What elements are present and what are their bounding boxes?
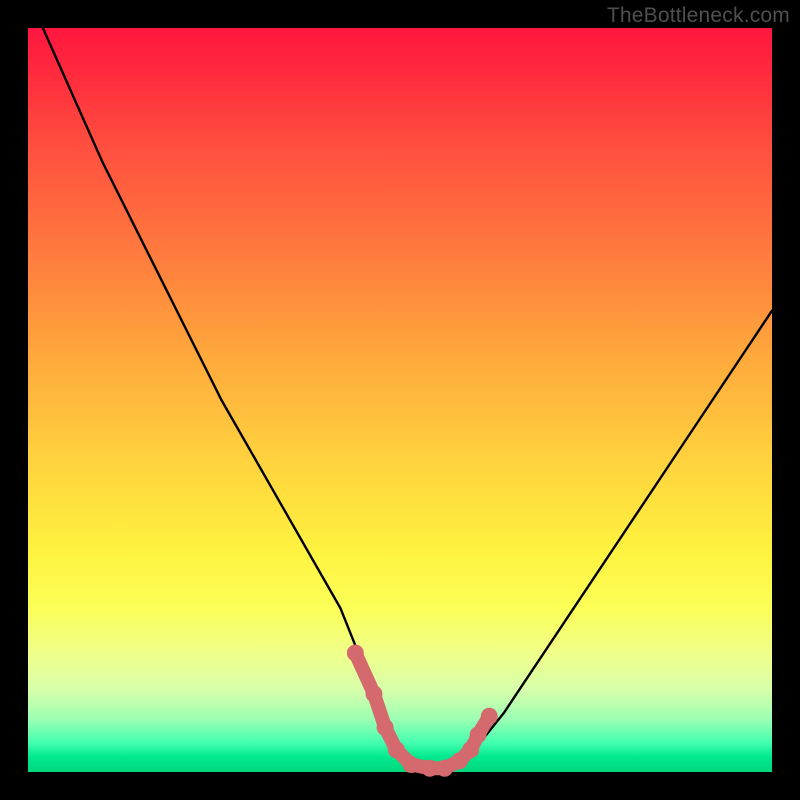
valley-marker-dot bbox=[481, 708, 498, 725]
valley-marker-dot bbox=[462, 741, 479, 758]
valley-marker-dot bbox=[388, 741, 405, 758]
chart-frame: TheBottleneck.com bbox=[0, 0, 800, 800]
valley-marker-dot bbox=[436, 760, 453, 777]
valley-marker-group bbox=[347, 644, 498, 776]
valley-marker-dot bbox=[377, 719, 394, 736]
valley-marker-dot bbox=[365, 685, 382, 702]
valley-marker-dot bbox=[421, 760, 438, 777]
valley-marker-dot bbox=[403, 756, 420, 773]
valley-marker-dot bbox=[470, 726, 487, 743]
plot-area bbox=[28, 28, 772, 772]
valley-marker-dot bbox=[347, 644, 364, 661]
chart-svg bbox=[28, 28, 772, 772]
watermark-text: TheBottleneck.com bbox=[607, 4, 790, 28]
bottleneck-curve bbox=[43, 28, 772, 772]
